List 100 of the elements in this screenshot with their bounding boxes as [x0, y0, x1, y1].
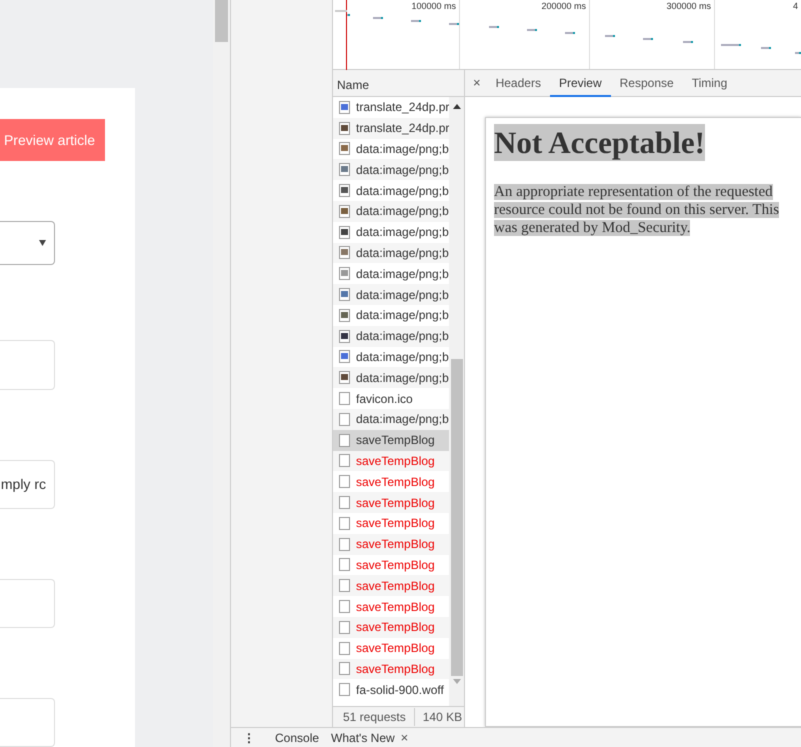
request-row[interactable]: saveTempBlog [333, 534, 450, 555]
request-row[interactable]: saveTempBlog [333, 492, 450, 513]
request-row[interactable]: saveTempBlog [333, 512, 450, 534]
page-heading: Not Acceptable! [494, 124, 705, 162]
input-field[interactable] [0, 340, 55, 390]
request-row[interactable]: data:image/png;b [333, 367, 450, 388]
request-name: data:image/png;b [356, 328, 449, 346]
image-file-icon [339, 288, 350, 302]
request-row[interactable]: data:image/png;b [333, 284, 450, 305]
request-row[interactable]: data:image/png;b [333, 326, 450, 347]
request-row[interactable]: data:image/png;b [333, 242, 450, 264]
request-name: data:image/png;b [356, 203, 449, 220]
tab-label: What's New [331, 730, 395, 746]
input-field[interactable]: mply rc [0, 460, 55, 509]
request-count: 51 requests [333, 708, 415, 726]
request-row[interactable]: saveTempBlog [333, 554, 450, 576]
request-name: saveTempBlog [356, 474, 435, 491]
request-row[interactable]: data:image/png;b [333, 222, 450, 243]
request-name: saveTempBlog [356, 515, 435, 532]
file-icon [339, 392, 350, 406]
menu-button[interactable]: ⋮ [231, 728, 269, 746]
tick-label: 300000 ms [666, 1, 711, 11]
file-icon [339, 475, 350, 488]
request-name: data:image/png;b [356, 266, 449, 283]
file-icon [339, 683, 350, 696]
request-row[interactable]: saveTempBlog [333, 616, 450, 638]
request-row[interactable]: data:image/png;b [333, 304, 450, 326]
request-name: data:image/png;b [356, 348, 449, 366]
tab[interactable]: Timing [682, 70, 736, 97]
request-name: saveTempBlog [356, 536, 435, 554]
caret-icon [39, 240, 46, 246]
close-button[interactable]: × [465, 70, 487, 96]
scroll-up-icon[interactable] [452, 103, 461, 109]
image-file-icon [339, 246, 350, 260]
request-name: translate_24dp.pr [356, 99, 450, 116]
tick-label: 4 [792, 1, 798, 11]
image-file-icon [339, 226, 350, 239]
image-file-icon [339, 267, 350, 280]
request-name: data:image/png;b [356, 411, 449, 428]
request-name: data:image/png;b [356, 224, 449, 242]
tab[interactable]: Headers [486, 70, 550, 97]
request-name: data:image/png;b [356, 286, 449, 304]
close-button[interactable]: × [400, 728, 408, 747]
request-name: saveTempBlog [356, 556, 435, 574]
request-name: saveTempBlog [356, 452, 435, 470]
image-file-icon [339, 371, 350, 384]
request-name: saveTempBlog [356, 598, 435, 616]
request-row[interactable]: saveTempBlog [333, 596, 450, 617]
image-file-icon [339, 163, 350, 176]
request-name: saveTempBlog [356, 640, 435, 658]
tab[interactable]: Response [610, 70, 683, 97]
image-file-icon [339, 142, 350, 156]
request-row[interactable]: data:image/png;b [333, 180, 450, 201]
tab-label: Console [275, 730, 320, 746]
drawer-tab[interactable]: What's New × [325, 728, 414, 747]
request-name: favicon.ico [356, 390, 413, 408]
request-row[interactable]: saveTempBlog [333, 658, 450, 680]
request-row[interactable]: data:image/png;b [333, 346, 450, 368]
input-field[interactable] [0, 698, 55, 747]
request-row[interactable]: data:image/png;b [333, 200, 450, 222]
image-file-icon [339, 204, 350, 218]
tick-label: 100000 ms [411, 1, 456, 11]
file-icon [339, 642, 350, 655]
input-field[interactable] [0, 578, 55, 628]
request-row[interactable]: translate_24dp.pr [333, 118, 450, 139]
image-file-icon [339, 122, 350, 135]
request-name: data:image/png;b [356, 307, 449, 324]
request-row[interactable]: data:image/png;b [333, 408, 450, 430]
request-row[interactable]: fa-solid-900.woff [333, 679, 450, 700]
scrollbar-thumb[interactable] [450, 359, 463, 676]
scrollbar-thumb[interactable] [215, 0, 228, 42]
request-row[interactable]: data:image/png;b [333, 263, 450, 284]
scroll-down-icon[interactable] [452, 679, 461, 685]
request-name: fa-solid-900.woff [356, 682, 444, 699]
request-row[interactable]: favicon.ico [333, 388, 450, 409]
file-icon [339, 579, 350, 592]
list-scrollbar[interactable] [449, 97, 464, 706]
request-row[interactable]: saveTempBlog [333, 638, 450, 659]
request-name: translate_24dp.pr [356, 120, 450, 138]
request-name: saveTempBlog [356, 494, 435, 512]
request-row[interactable]: saveTempBlog [333, 430, 450, 451]
request-row[interactable]: translate_24dp.pr [333, 97, 450, 118]
image-file-icon [339, 330, 350, 343]
transfer-size: 140 KB [422, 709, 462, 726]
tick-label: 200000 ms [541, 1, 586, 11]
request-name: data:image/png;b [356, 244, 449, 262]
drawer-tab[interactable]: Console [269, 728, 326, 746]
file-icon [339, 620, 350, 634]
request-row[interactable]: data:image/png;b [333, 159, 450, 180]
request-row[interactable]: saveTempBlog [333, 471, 450, 492]
request-name: saveTempBlog [356, 578, 435, 595]
request-row[interactable]: data:image/png;b [333, 138, 450, 160]
request-name: saveTempBlog [356, 619, 435, 636]
request-row[interactable]: saveTempBlog [333, 450, 450, 472]
request-row[interactable]: saveTempBlog [333, 575, 450, 596]
column-header[interactable]: Name [333, 70, 465, 96]
request-name: data:image/png;b [356, 140, 449, 158]
file-icon [339, 496, 350, 510]
dropdown-field[interactable] [0, 221, 55, 266]
request-name: data:image/png;b [356, 370, 449, 387]
